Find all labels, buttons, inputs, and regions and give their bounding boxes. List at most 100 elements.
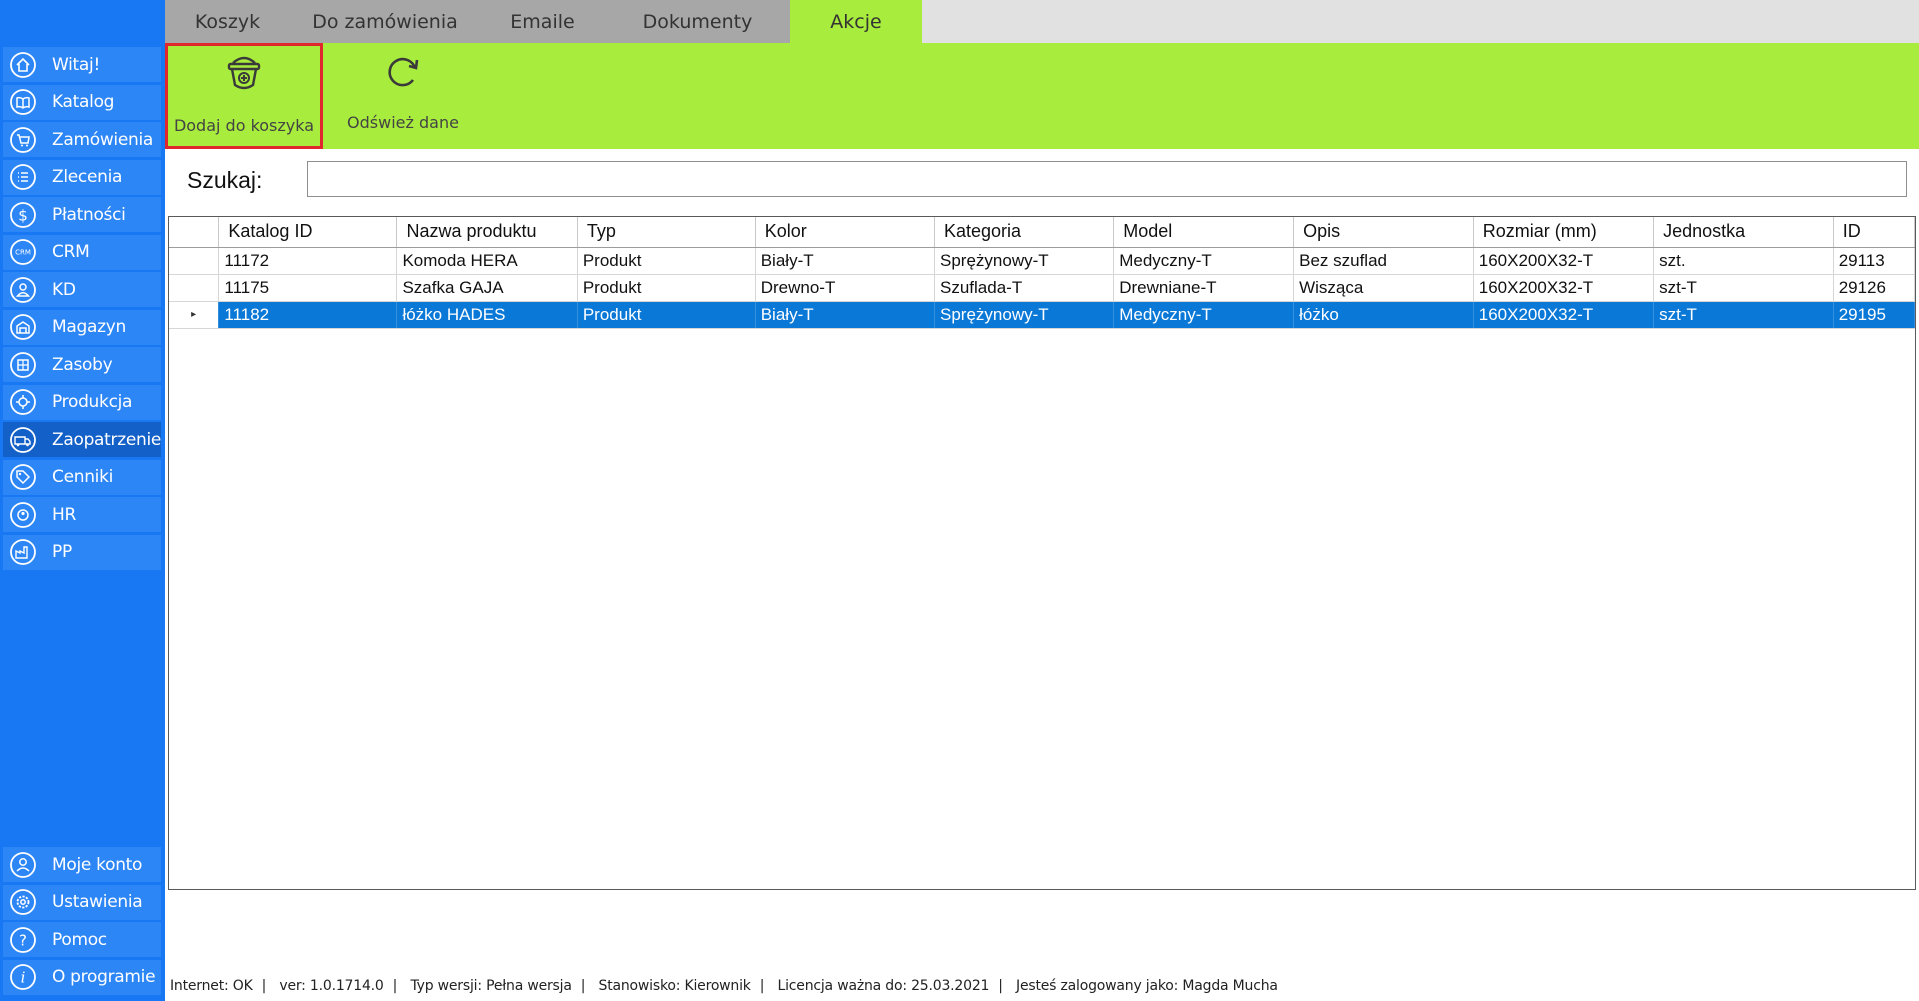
column-header[interactable]: Opis (1293, 217, 1474, 248)
sidebar-item-label: O programie (52, 967, 156, 987)
column-header[interactable]: Jednostka (1653, 217, 1834, 248)
table-cell[interactable]: Medyczny-T (1113, 301, 1295, 329)
tab-bar: Koszyk Do zamówienia Emaile Dokumenty Ak… (165, 0, 1919, 43)
truck-icon (9, 426, 37, 454)
status-bar: Internet: OK | ver: 1.0.1714.0 | Typ wersj… (170, 978, 1278, 994)
table-cell[interactable]: Sprężynowy-T (934, 247, 1115, 275)
table-cell[interactable]: Drewno-T (755, 274, 936, 302)
table-cell[interactable]: Sprężynowy-T (934, 301, 1115, 329)
table-cell[interactable]: Drewniane-T (1113, 274, 1295, 302)
row-selector[interactable] (169, 247, 220, 275)
sidebar-item-moje-konto[interactable]: Moje konto (3, 847, 161, 882)
sidebar-item-pp[interactable]: PP (3, 534, 161, 570)
table-cell[interactable]: Produkt (577, 274, 756, 302)
tab-koszyk[interactable]: Koszyk (165, 0, 290, 43)
dollar-icon: $ (9, 201, 37, 229)
table-cell[interactable]: 11175 (218, 274, 398, 302)
table-cell[interactable]: Szafka GAJA (396, 274, 578, 302)
table-cell[interactable]: 29195 (1833, 301, 1915, 329)
sidebar-item-katalog[interactable]: Katalog (3, 84, 161, 120)
add-to-cart-button[interactable]: Dodaj do koszyka (165, 43, 323, 149)
status-version: ver: 1.0.1714.0 (279, 978, 384, 994)
sidebar-item-label: Zamówienia (52, 129, 154, 150)
table-cell[interactable]: Komoda HERA (396, 247, 578, 275)
sidebar-item-p-atno-ci[interactable]: $ Płatności (3, 197, 161, 232)
table-cell[interactable]: 160X200X32-T (1473, 301, 1655, 329)
sidebar-item-ustawienia[interactable]: Ustawienia (3, 884, 161, 920)
status-position: Stanowisko: Kierownik (598, 978, 751, 994)
tab-do-zamowienia[interactable]: Do zamówienia (290, 0, 480, 43)
sidebar-item-zasoby[interactable]: Zasoby (3, 347, 161, 382)
warehouse-icon (9, 313, 37, 341)
table-cell[interactable]: 160X200X32-T (1473, 247, 1655, 275)
sidebar-item-produkcja[interactable]: Produkcja (3, 384, 161, 420)
tab-emaile[interactable]: Emaile (480, 0, 605, 43)
table-cell[interactable]: Szuflada-T (934, 274, 1115, 302)
sidebar-item-o-programie[interactable]: i O programie (3, 959, 161, 995)
row-selector[interactable] (169, 274, 220, 302)
table-cell[interactable]: łóżko HADES (396, 301, 578, 329)
sidebar-item-zam-wienia[interactable]: Zamówienia (3, 122, 161, 157)
info-icon: i (9, 963, 37, 991)
search-input[interactable] (307, 161, 1907, 197)
sidebar-item-label: Płatności (52, 204, 126, 225)
column-header[interactable]: Kolor (755, 217, 936, 248)
hr-icon (9, 501, 37, 529)
column-header[interactable]: ID (1833, 217, 1915, 248)
svg-text:CRM: CRM (15, 249, 31, 257)
table-row[interactable]: 11175 Szafka GAJA Produkt Drewno-T Szuflada-… (169, 274, 1915, 302)
table-cell[interactable]: 160X200X32-T (1473, 274, 1655, 302)
sidebar-item-hr[interactable]: HR (3, 497, 161, 532)
tab-akcje[interactable]: Akcje (790, 0, 922, 43)
table-cell[interactable]: Biały-T (755, 247, 936, 275)
refresh-button[interactable]: Odśwież dane (327, 43, 479, 149)
products-table: Katalog ID Nazwa produktu Typ Kolor Kategori… (169, 217, 1915, 329)
sidebar-item-label: Zasoby (52, 354, 113, 375)
table-cell[interactable]: szt-T (1653, 301, 1834, 329)
sidebar-item-witaj[interactable]: Witaj! (3, 47, 161, 82)
table-row[interactable]: ▸ 11182 łóżko HADES Produkt Biały-T Sprężynow… (169, 301, 1915, 329)
svg-text:i: i (21, 969, 26, 987)
sidebar-item-cenniki[interactable]: Cenniki (3, 459, 161, 495)
sidebar-item-kd[interactable]: KD (3, 272, 161, 307)
row-header-corner (169, 217, 220, 248)
column-header[interactable]: Katalog ID (218, 217, 398, 248)
svg-text:?: ? (19, 931, 27, 949)
table-cell[interactable]: 11182 (218, 301, 398, 329)
sidebar-item-magazyn[interactable]: Magazyn (3, 309, 161, 345)
table-cell[interactable]: 29113 (1833, 247, 1915, 275)
table-cell[interactable]: szt. (1653, 247, 1834, 275)
sidebar: Witaj! Katalog Zamówienia Zlecenia $ Płatnośc… (0, 0, 165, 1001)
sidebar-item-pomoc[interactable]: ? Pomoc (3, 922, 161, 957)
status-version-type: Typ wersji: Pełna wersja (410, 978, 572, 994)
column-header[interactable]: Nazwa produktu (396, 217, 578, 248)
book-icon (9, 88, 37, 116)
table-cell[interactable]: Medyczny-T (1113, 247, 1295, 275)
table-cell[interactable]: 11172 (218, 247, 398, 275)
tab-dokumenty[interactable]: Dokumenty (605, 0, 790, 43)
table-row[interactable]: 11172 Komoda HERA Produkt Biały-T Sprężynowy… (169, 247, 1915, 275)
table-cell[interactable]: Bez szuflad (1293, 247, 1474, 275)
ribbon-toolbar: Dodaj do koszyka Odśwież dane (165, 43, 1919, 149)
sidebar-item-zaopatrzenie[interactable]: Zaopatrzenie (3, 422, 161, 457)
help-icon: ? (9, 926, 37, 954)
table-cell[interactable]: Produkt (577, 301, 756, 329)
column-header[interactable]: Typ (577, 217, 756, 248)
table-cell[interactable]: Biały-T (755, 301, 936, 329)
sidebar-item-label: Ustawienia (52, 892, 143, 912)
user-icon (9, 851, 37, 879)
column-header[interactable]: Model (1113, 217, 1295, 248)
table-cell[interactable]: łóżko (1293, 301, 1474, 329)
refresh-icon (383, 51, 423, 93)
contacts-icon (9, 276, 37, 304)
table-cell[interactable]: 29126 (1833, 274, 1915, 302)
row-selector[interactable]: ▸ (169, 301, 220, 329)
column-header[interactable]: Rozmiar (mm) (1473, 217, 1655, 248)
table-cell[interactable]: szt-T (1653, 274, 1834, 302)
resources-icon (9, 351, 37, 379)
sidebar-item-crm[interactable]: CRM CRM (3, 234, 161, 270)
sidebar-item-zlecenia[interactable]: Zlecenia (3, 159, 161, 195)
table-cell[interactable]: Wisząca (1293, 274, 1474, 302)
column-header[interactable]: Kategoria (934, 217, 1115, 248)
table-cell[interactable]: Produkt (577, 247, 756, 275)
